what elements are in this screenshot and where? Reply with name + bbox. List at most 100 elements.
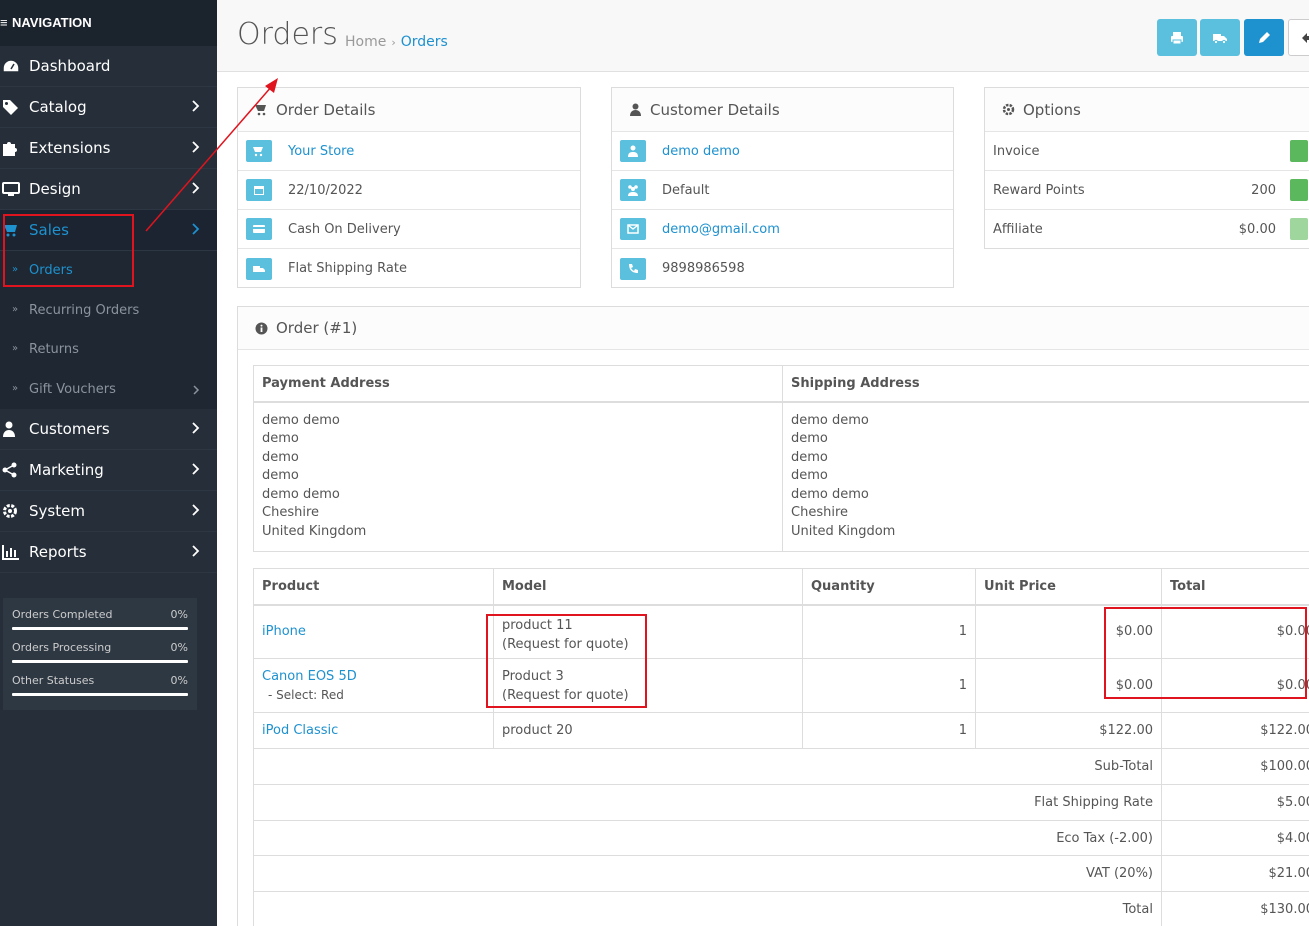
customer-name-row: demo demo (612, 132, 953, 171)
stat-label: Other Statuses (12, 674, 95, 687)
double-chevron-icon: » (12, 382, 19, 394)
product-unit-price: $122.00 (975, 712, 1162, 749)
stat-orders-completed: Orders Completed 0% (12, 602, 188, 635)
shipping-address-header: Shipping Address (782, 365, 1309, 403)
store-link[interactable]: Your Store (288, 144, 354, 159)
payment-address: demo demo demo demo demo demo demo Chesh… (253, 401, 783, 552)
print-invoice-button[interactable] (1157, 19, 1197, 56)
product-total: $122.00 (1161, 712, 1309, 749)
totals-value: $21.00 (1161, 855, 1309, 892)
options-panel: Options Invoice Reward Points 200 Affili… (984, 87, 1309, 249)
sidebar-item-label: Catalog (29, 98, 87, 116)
puzzle-icon (3, 142, 17, 156)
invoice-row: Invoice (985, 132, 1309, 171)
product-quantity: 1 (802, 712, 976, 749)
address-line: demo demo (791, 486, 869, 502)
panel-title: Order Details (276, 100, 376, 119)
sidebar-item-catalog[interactable]: Catalog (0, 87, 217, 128)
truck-icon (246, 257, 272, 280)
product-link[interactable]: iPhone (262, 624, 306, 639)
sidebar-menu: Dashboard Catalog Extensions Design Sale… (0, 46, 217, 573)
totals-value: $130.00 (1161, 891, 1309, 926)
cart-icon (255, 105, 266, 116)
sidebar-item-label: System (29, 502, 85, 520)
add-reward-points-button[interactable] (1290, 179, 1308, 201)
sidebar-item-design[interactable]: Design (0, 169, 217, 210)
info-icon (255, 322, 268, 334)
panel-heading: Order Details (238, 88, 580, 132)
totals-row: Flat Shipping Rate $5.00 (253, 784, 1309, 821)
panel-title: Options (1023, 100, 1081, 119)
sidebar-subitem-returns[interactable]: » Returns (0, 330, 217, 370)
user-icon (3, 421, 15, 437)
order-stats: Orders Completed 0% Orders Processing 0%… (3, 598, 197, 710)
address-line: demo (262, 449, 299, 465)
phone-icon (620, 257, 646, 280)
totals-label: VAT (20%) (253, 855, 1162, 892)
breadcrumb-home[interactable]: Home (345, 34, 386, 50)
customer-email-link[interactable]: demo@gmail.com (662, 222, 780, 237)
pencil-icon (1259, 31, 1270, 43)
customer-name-link[interactable]: demo demo (662, 144, 740, 159)
hamburger-icon: ≡ (0, 15, 8, 30)
totals-row: Total $130.00 (253, 891, 1309, 926)
panel-heading: Customer Details (612, 88, 953, 132)
date-added: 22/10/2022 (288, 182, 363, 198)
product-quantity: 1 (802, 604, 976, 659)
totals-label: Flat Shipping Rate (253, 784, 1162, 821)
sidebar-item-reports[interactable]: Reports (0, 532, 217, 573)
dashboard-icon (2, 59, 20, 73)
chevron-right-icon (192, 182, 200, 194)
page-title: Orders (237, 17, 338, 52)
column-header-product: Product (253, 568, 494, 606)
address-line: demo demo (262, 486, 340, 502)
product-model: product 20 (493, 712, 803, 749)
nav-heading[interactable]: ≡ NAVIGATION (0, 0, 217, 46)
sidebar-item-system[interactable]: System (0, 491, 217, 532)
page-header: Orders Home › Orders (217, 0, 1309, 72)
totals-row: VAT (20%) $21.00 (253, 855, 1309, 892)
store-row: Your Store (238, 132, 580, 171)
breadcrumb-orders[interactable]: Orders (401, 34, 448, 50)
cog-icon (1002, 103, 1015, 116)
breadcrumb-separator: › (391, 36, 396, 49)
address-line: demo demo (262, 412, 340, 428)
sidebar-subitem-recurring-orders[interactable]: » Recurring Orders (0, 290, 217, 330)
sidebar-item-extensions[interactable]: Extensions (0, 128, 217, 169)
stat-label: Orders Completed (12, 608, 113, 621)
product-link[interactable]: iPod Classic (262, 723, 338, 738)
customer-phone: 9898986598 (662, 261, 745, 276)
sidebar-item-marketing[interactable]: Marketing (0, 450, 217, 491)
truck-icon (1213, 33, 1227, 44)
envelope-icon (620, 218, 646, 240)
annotation-box-prices (1104, 607, 1307, 699)
edit-order-button[interactable] (1244, 19, 1284, 56)
totals-row: Sub-Total $100.00 (253, 748, 1309, 785)
group-icon (620, 179, 646, 201)
print-shipping-button[interactable] (1200, 19, 1240, 56)
shipping-address: demo demo demo demo demo demo demo Chesh… (782, 401, 1309, 552)
stat-value: 0% (170, 641, 188, 654)
order-details-panel: Order Details Your Store 22/10/2022 Cash… (237, 87, 581, 288)
payment-method: Cash On Delivery (288, 221, 401, 237)
stat-other-statuses: Other Statuses 0% (12, 668, 188, 701)
sidebar-subitem-gift-vouchers[interactable]: » Gift Vouchers (0, 369, 217, 409)
product-link[interactable]: Canon EOS 5D (262, 669, 357, 684)
stat-label: Orders Processing (12, 641, 112, 654)
calendar-icon (246, 179, 272, 201)
totals-label: Eco Tax (-2.00) (253, 820, 1162, 856)
sidebar-item-label: Reports (29, 543, 87, 561)
totals-label: Total (253, 891, 1162, 926)
add-commission-button[interactable] (1290, 218, 1308, 240)
stat-progress-bar (12, 693, 188, 696)
sidebar-item-dashboard[interactable]: Dashboard (0, 46, 217, 87)
generate-invoice-button[interactable] (1290, 140, 1308, 162)
user-icon (630, 103, 641, 116)
chevron-right-icon (193, 384, 200, 395)
chevron-down-icon (192, 223, 200, 235)
address-line: demo (262, 431, 299, 447)
option-value: 200 (1251, 182, 1276, 198)
table-row: iPod Classic product 20 1 $122.00 $122.0… (253, 712, 1309, 749)
back-button[interactable] (1288, 19, 1309, 56)
sidebar-item-customers[interactable]: Customers (0, 409, 217, 450)
